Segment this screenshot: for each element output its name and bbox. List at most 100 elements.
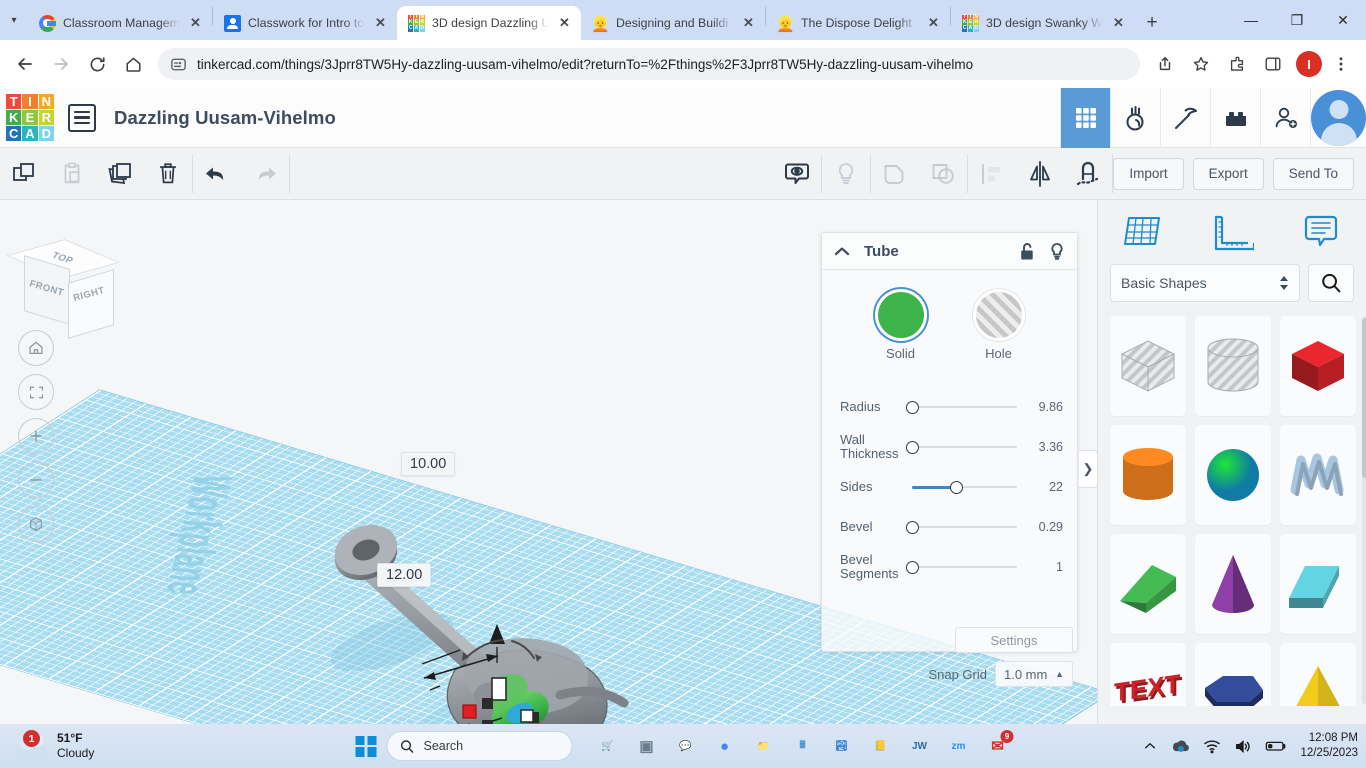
browser-tab[interactable]: T I N K E R C A D 3D design Swanky W ✕	[951, 6, 1135, 40]
wifi-icon[interactable]	[1203, 739, 1221, 754]
tab-close-icon[interactable]: ✕	[1110, 15, 1127, 32]
taskbar-app-explorer[interactable]: 📁	[751, 733, 777, 759]
weather-widget[interactable]: 1 51°F Cloudy	[0, 730, 94, 761]
box-hole-shape[interactable]	[1110, 316, 1186, 416]
browser-tab[interactable]: Classroom Managem ✕	[28, 6, 212, 40]
note-icon[interactable]	[1277, 200, 1366, 264]
reload-button[interactable]	[80, 47, 114, 81]
dimension-label-12[interactable]: 12.00	[377, 563, 432, 587]
slider-knob[interactable]	[906, 400, 919, 414]
taskbar-app-chrome[interactable]: ●	[712, 733, 738, 759]
taskbar-app-zoom[interactable]: zm	[946, 733, 972, 759]
browser-tab[interactable]: 👱 Designing and Buildi ✕	[581, 6, 765, 40]
forward-button[interactable]	[44, 47, 78, 81]
browser-tab[interactable]: 👱 The Dispose Delight ✕	[766, 6, 950, 40]
slider-knob[interactable]	[906, 440, 919, 454]
maximize-window-button[interactable]: ❐	[1274, 0, 1320, 40]
parameter-value[interactable]: 9.86	[1023, 400, 1063, 414]
volume-icon[interactable]	[1234, 739, 1252, 754]
mirror-flip-icon[interactable]	[1016, 148, 1064, 200]
tinkercad-logo[interactable]: TINKERCAD	[6, 93, 54, 142]
unlock-icon[interactable]	[1019, 242, 1035, 261]
close-window-button[interactable]: ✕	[1320, 0, 1366, 40]
show-hidden-icons-chevron[interactable]	[1143, 739, 1157, 753]
shape-category-select[interactable]: Basic Shapes	[1110, 264, 1300, 302]
design-title[interactable]: Dazzling Uusam-Vihelmo	[114, 107, 336, 129]
invite-person-icon[interactable]	[1260, 87, 1310, 148]
extensions-icon[interactable]	[1220, 47, 1254, 81]
dimension-label-10[interactable]: 10.00	[401, 452, 456, 476]
roof-shape[interactable]	[1280, 534, 1356, 634]
ruler-icon[interactable]	[1187, 200, 1276, 264]
import-button[interactable]: Import	[1113, 157, 1184, 190]
taskbar-app-gmail[interactable]: ✉ 9	[985, 730, 1014, 759]
redo-icon[interactable]	[241, 148, 289, 200]
hole-option[interactable]: Hole	[975, 292, 1022, 361]
zoom-in-button[interactable]	[18, 418, 54, 454]
wedge-shape[interactable]	[1110, 534, 1186, 634]
parameter-slider[interactable]	[906, 438, 1017, 456]
address-bar[interactable]: tinkercad.com/things/3Jprr8TW5Hy-dazzlin…	[158, 48, 1140, 80]
chevron-up-icon[interactable]	[834, 246, 850, 256]
parameter-value[interactable]: 0.29	[1023, 520, 1063, 534]
sphere-shape[interactable]	[1195, 425, 1271, 525]
shapes-scrollbar[interactable]	[1362, 318, 1366, 478]
lego-brick-icon[interactable]	[1210, 87, 1260, 148]
export-button[interactable]: Export	[1192, 157, 1264, 190]
parameter-slider[interactable]	[906, 398, 1017, 416]
snap-grid-select[interactable]: 1.0 mm ▲	[995, 661, 1073, 687]
solid-option[interactable]: Solid	[877, 292, 924, 361]
grid-apps-icon[interactable]	[1060, 87, 1110, 148]
taskbar-app-notes[interactable]: 📒	[868, 733, 894, 759]
battery-icon[interactable]	[1265, 739, 1287, 753]
cylinder-shape[interactable]	[1110, 425, 1186, 525]
undo-icon[interactable]	[193, 148, 241, 200]
back-button[interactable]	[8, 47, 42, 81]
tab-search-chevron-icon[interactable]: ▾	[0, 0, 28, 40]
send-to-button[interactable]: Send To	[1272, 157, 1354, 190]
tab-close-icon[interactable]: ✕	[556, 15, 573, 32]
workplane-icon[interactable]	[1098, 200, 1187, 264]
duplicate-icon[interactable]	[96, 148, 144, 200]
orthographic-toggle-button[interactable]	[18, 506, 54, 542]
taskbar-app-widgets[interactable]: ▣	[634, 733, 660, 759]
codeblocks-icon[interactable]	[1110, 87, 1160, 148]
minimize-window-button[interactable]: —	[1228, 0, 1274, 40]
bookmark-star-icon[interactable]	[1184, 47, 1218, 81]
minecraft-pickaxe-icon[interactable]	[1160, 87, 1210, 148]
parameter-slider[interactable]	[906, 518, 1017, 536]
pyramid-shape[interactable]	[1280, 643, 1356, 706]
magnet-snap-icon[interactable]	[1064, 148, 1112, 200]
slider-knob[interactable]	[950, 480, 964, 494]
show-hide-view-icon[interactable]	[773, 148, 821, 200]
delete-trash-icon[interactable]	[144, 148, 192, 200]
side-panel-icon[interactable]	[1256, 47, 1290, 81]
profile-avatar[interactable]: I	[1296, 51, 1322, 77]
home-button[interactable]	[116, 47, 150, 81]
parameter-value[interactable]: 3.36	[1023, 440, 1063, 454]
cone-shape[interactable]	[1195, 534, 1271, 634]
chrome-menu-icon[interactable]	[1324, 47, 1358, 81]
new-tab-button[interactable]: +	[1135, 6, 1169, 40]
fit-to-view-button[interactable]	[18, 374, 54, 410]
slider-knob[interactable]	[906, 560, 919, 574]
box-shape[interactable]	[1280, 316, 1356, 416]
taskbar-search[interactable]: Search	[386, 731, 573, 761]
taskbar-app-teams[interactable]: 💬	[673, 733, 699, 759]
panel-collapse-handle[interactable]: ❯	[1079, 450, 1098, 488]
parameter-slider[interactable]	[912, 478, 1017, 496]
lightbulb-note-icon[interactable]	[822, 148, 870, 200]
taskbar-clock[interactable]: 12:08 PM 12/25/2023	[1300, 731, 1358, 761]
zoom-out-button[interactable]	[18, 462, 54, 498]
user-avatar[interactable]	[1310, 87, 1366, 148]
scribble-shape[interactable]	[1280, 425, 1356, 525]
tab-close-icon[interactable]: ✕	[372, 15, 389, 32]
copy-icon[interactable]	[0, 148, 48, 200]
view-navigation-cube[interactable]: TOP FRONT RIGHT	[6, 234, 120, 339]
polygon-shape[interactable]	[1195, 643, 1271, 706]
search-icon[interactable]	[1308, 264, 1354, 302]
paste-icon[interactable]	[48, 148, 96, 200]
design-list-menu-icon[interactable]	[68, 103, 96, 132]
taskbar-app-calculator[interactable]: 🖩	[790, 733, 816, 759]
taskbar-app-jw[interactable]: JW	[907, 733, 933, 759]
